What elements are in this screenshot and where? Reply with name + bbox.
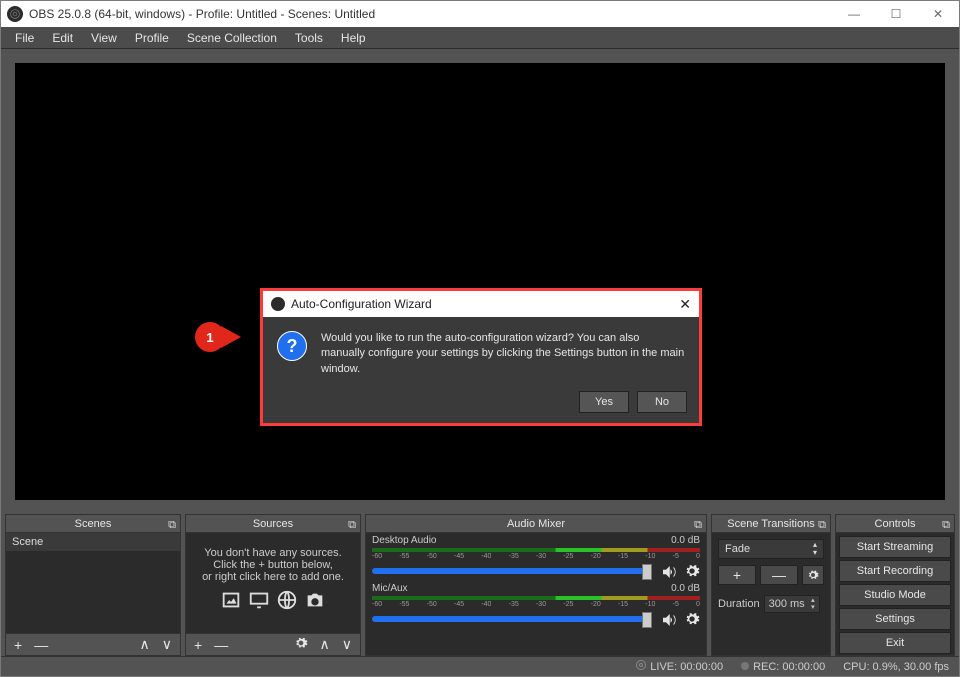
level-meter [372, 596, 700, 600]
live-icon [636, 660, 646, 670]
scene-add-button[interactable]: + [10, 637, 26, 653]
volume-slider[interactable] [372, 568, 652, 574]
start-streaming-button[interactable]: Start Streaming [839, 536, 951, 558]
auto-config-wizard-dialog: Auto-Configuration Wizard ✕ ? Would you … [260, 288, 702, 426]
source-gear-button[interactable] [290, 636, 312, 653]
titlebar: OBS 25.0.8 (64-bit, windows) - Profile: … [1, 1, 959, 27]
transition-add-button[interactable]: + [718, 565, 756, 585]
track-db: 0.0 dB [671, 535, 700, 546]
preview-canvas[interactable] [15, 63, 945, 500]
level-meter [372, 548, 700, 552]
status-rec: REC: 00:00:00 [741, 661, 825, 673]
scene-move-up-button[interactable]: ∧ [136, 636, 154, 653]
exit-button[interactable]: Exit [839, 632, 951, 654]
display-source-icon [248, 589, 270, 614]
status-bar: LIVE: 00:00:00 REC: 00:00:00 CPU: 0.9%, … [1, 656, 959, 676]
camera-source-icon [304, 589, 326, 614]
tearoff-icon[interactable]: ⧉ [818, 516, 826, 534]
obs-logo-icon [271, 297, 285, 311]
mixer-header: Audio Mixer ⧉ [366, 515, 706, 533]
menubar: File Edit View Profile Scene Collection … [1, 27, 959, 49]
volume-slider[interactable] [372, 616, 652, 622]
dialog-title-text: Auto-Configuration Wizard [291, 297, 432, 311]
controls-header: Controls ⧉ [836, 515, 954, 533]
audio-track-mic: Mic/Aux 0.0 dB -60-55-50-45-40-35-30-25-2… [372, 583, 700, 627]
globe-source-icon [276, 589, 298, 614]
bottom-panels: Scenes ⧉ Scene + — ∧ ∨ Sources ⧉ You don… [1, 514, 959, 656]
scenes-header: Scenes ⧉ [6, 515, 180, 533]
speaker-icon[interactable] [660, 611, 676, 627]
audio-mixer-panel: Audio Mixer ⧉ Desktop Audio 0.0 dB -60-55… [365, 514, 707, 656]
menu-view[interactable]: View [83, 29, 125, 47]
start-recording-button[interactable]: Start Recording [839, 560, 951, 582]
sources-empty-text-3: or right click here to add one. [196, 571, 350, 583]
scene-move-down-button[interactable]: ∨ [158, 636, 176, 653]
maximize-button[interactable]: ☐ [875, 1, 917, 27]
duration-spinner[interactable]: 300 ms ▴▾ [764, 595, 820, 613]
sources-panel: Sources ⧉ You don't have any sources. Cl… [185, 514, 361, 656]
source-remove-button[interactable]: — [210, 637, 232, 653]
gear-icon[interactable] [684, 611, 700, 627]
dropdown-spinner-icon: ▴▾ [813, 541, 817, 557]
source-add-button[interactable]: + [190, 637, 206, 653]
menu-scene-collection[interactable]: Scene Collection [179, 29, 285, 47]
obs-logo-icon [7, 6, 23, 22]
scenes-panel: Scenes ⧉ Scene + — ∧ ∨ [5, 514, 181, 656]
transitions-header: Scene Transitions ⧉ [712, 515, 830, 533]
status-live: LIVE: 00:00:00 [636, 660, 723, 673]
tearoff-icon[interactable]: ⧉ [168, 516, 176, 534]
question-mark-icon: ? [277, 331, 307, 361]
track-name: Mic/Aux [372, 583, 408, 594]
speaker-icon[interactable] [660, 563, 676, 579]
menu-help[interactable]: Help [333, 29, 374, 47]
db-ticks: -60-55-50-45-40-35-30-25-20-15-10-50 [372, 601, 700, 611]
settings-button[interactable]: Settings [839, 608, 951, 630]
audio-track-desktop: Desktop Audio 0.0 dB -60-55-50-45-40-35-3… [372, 535, 700, 579]
status-cpu: CPU: 0.9%, 30.00 fps [843, 661, 949, 673]
transitions-panel: Scene Transitions ⧉ Fade ▴▾ + — Duration… [711, 514, 831, 656]
rec-icon [741, 662, 749, 670]
close-button[interactable]: ✕ [917, 1, 959, 27]
menu-edit[interactable]: Edit [44, 29, 81, 47]
dialog-titlebar: Auto-Configuration Wizard ✕ [263, 291, 699, 317]
menu-file[interactable]: File [7, 29, 42, 47]
transition-gear-button[interactable] [802, 565, 824, 585]
duration-label: Duration [718, 598, 760, 610]
db-ticks: -60-55-50-45-40-35-30-25-20-15-10-50 [372, 553, 700, 563]
source-move-up-button[interactable]: ∧ [316, 636, 334, 653]
sources-empty-text-1: You don't have any sources. [196, 547, 350, 559]
minimize-button[interactable]: — [833, 1, 875, 27]
scene-remove-button[interactable]: — [30, 637, 52, 653]
dialog-yes-button[interactable]: Yes [579, 391, 629, 413]
dialog-no-button[interactable]: No [637, 391, 687, 413]
central-area [1, 49, 959, 514]
tearoff-icon[interactable]: ⧉ [694, 516, 702, 534]
sources-empty-state[interactable]: You don't have any sources. Click the + … [186, 533, 360, 633]
source-move-down-button[interactable]: ∨ [338, 636, 356, 653]
track-name: Desktop Audio [372, 535, 437, 546]
tearoff-icon[interactable]: ⧉ [348, 516, 356, 534]
studio-mode-button[interactable]: Studio Mode [839, 584, 951, 606]
sources-header: Sources ⧉ [186, 515, 360, 533]
tearoff-icon[interactable]: ⧉ [942, 516, 950, 534]
image-source-icon [220, 589, 242, 614]
annotation-callout-1: 1 [195, 322, 251, 352]
controls-panel: Controls ⧉ Start Streaming Start Recordi… [835, 514, 955, 656]
gear-icon[interactable] [684, 563, 700, 579]
track-db: 0.0 dB [671, 583, 700, 594]
dialog-message: Would you like to run the auto-configura… [321, 331, 685, 377]
scene-item[interactable]: Scene [6, 533, 180, 551]
menu-profile[interactable]: Profile [127, 29, 177, 47]
window-title: OBS 25.0.8 (64-bit, windows) - Profile: … [29, 7, 375, 21]
sources-empty-text-2: Click the + button below, [196, 559, 350, 571]
menu-tools[interactable]: Tools [287, 29, 331, 47]
spinner-arrows-icon: ▴▾ [811, 597, 815, 611]
transition-remove-button[interactable]: — [760, 565, 798, 585]
dialog-close-button[interactable]: ✕ [679, 296, 691, 313]
transition-select[interactable]: Fade ▴▾ [718, 539, 824, 559]
